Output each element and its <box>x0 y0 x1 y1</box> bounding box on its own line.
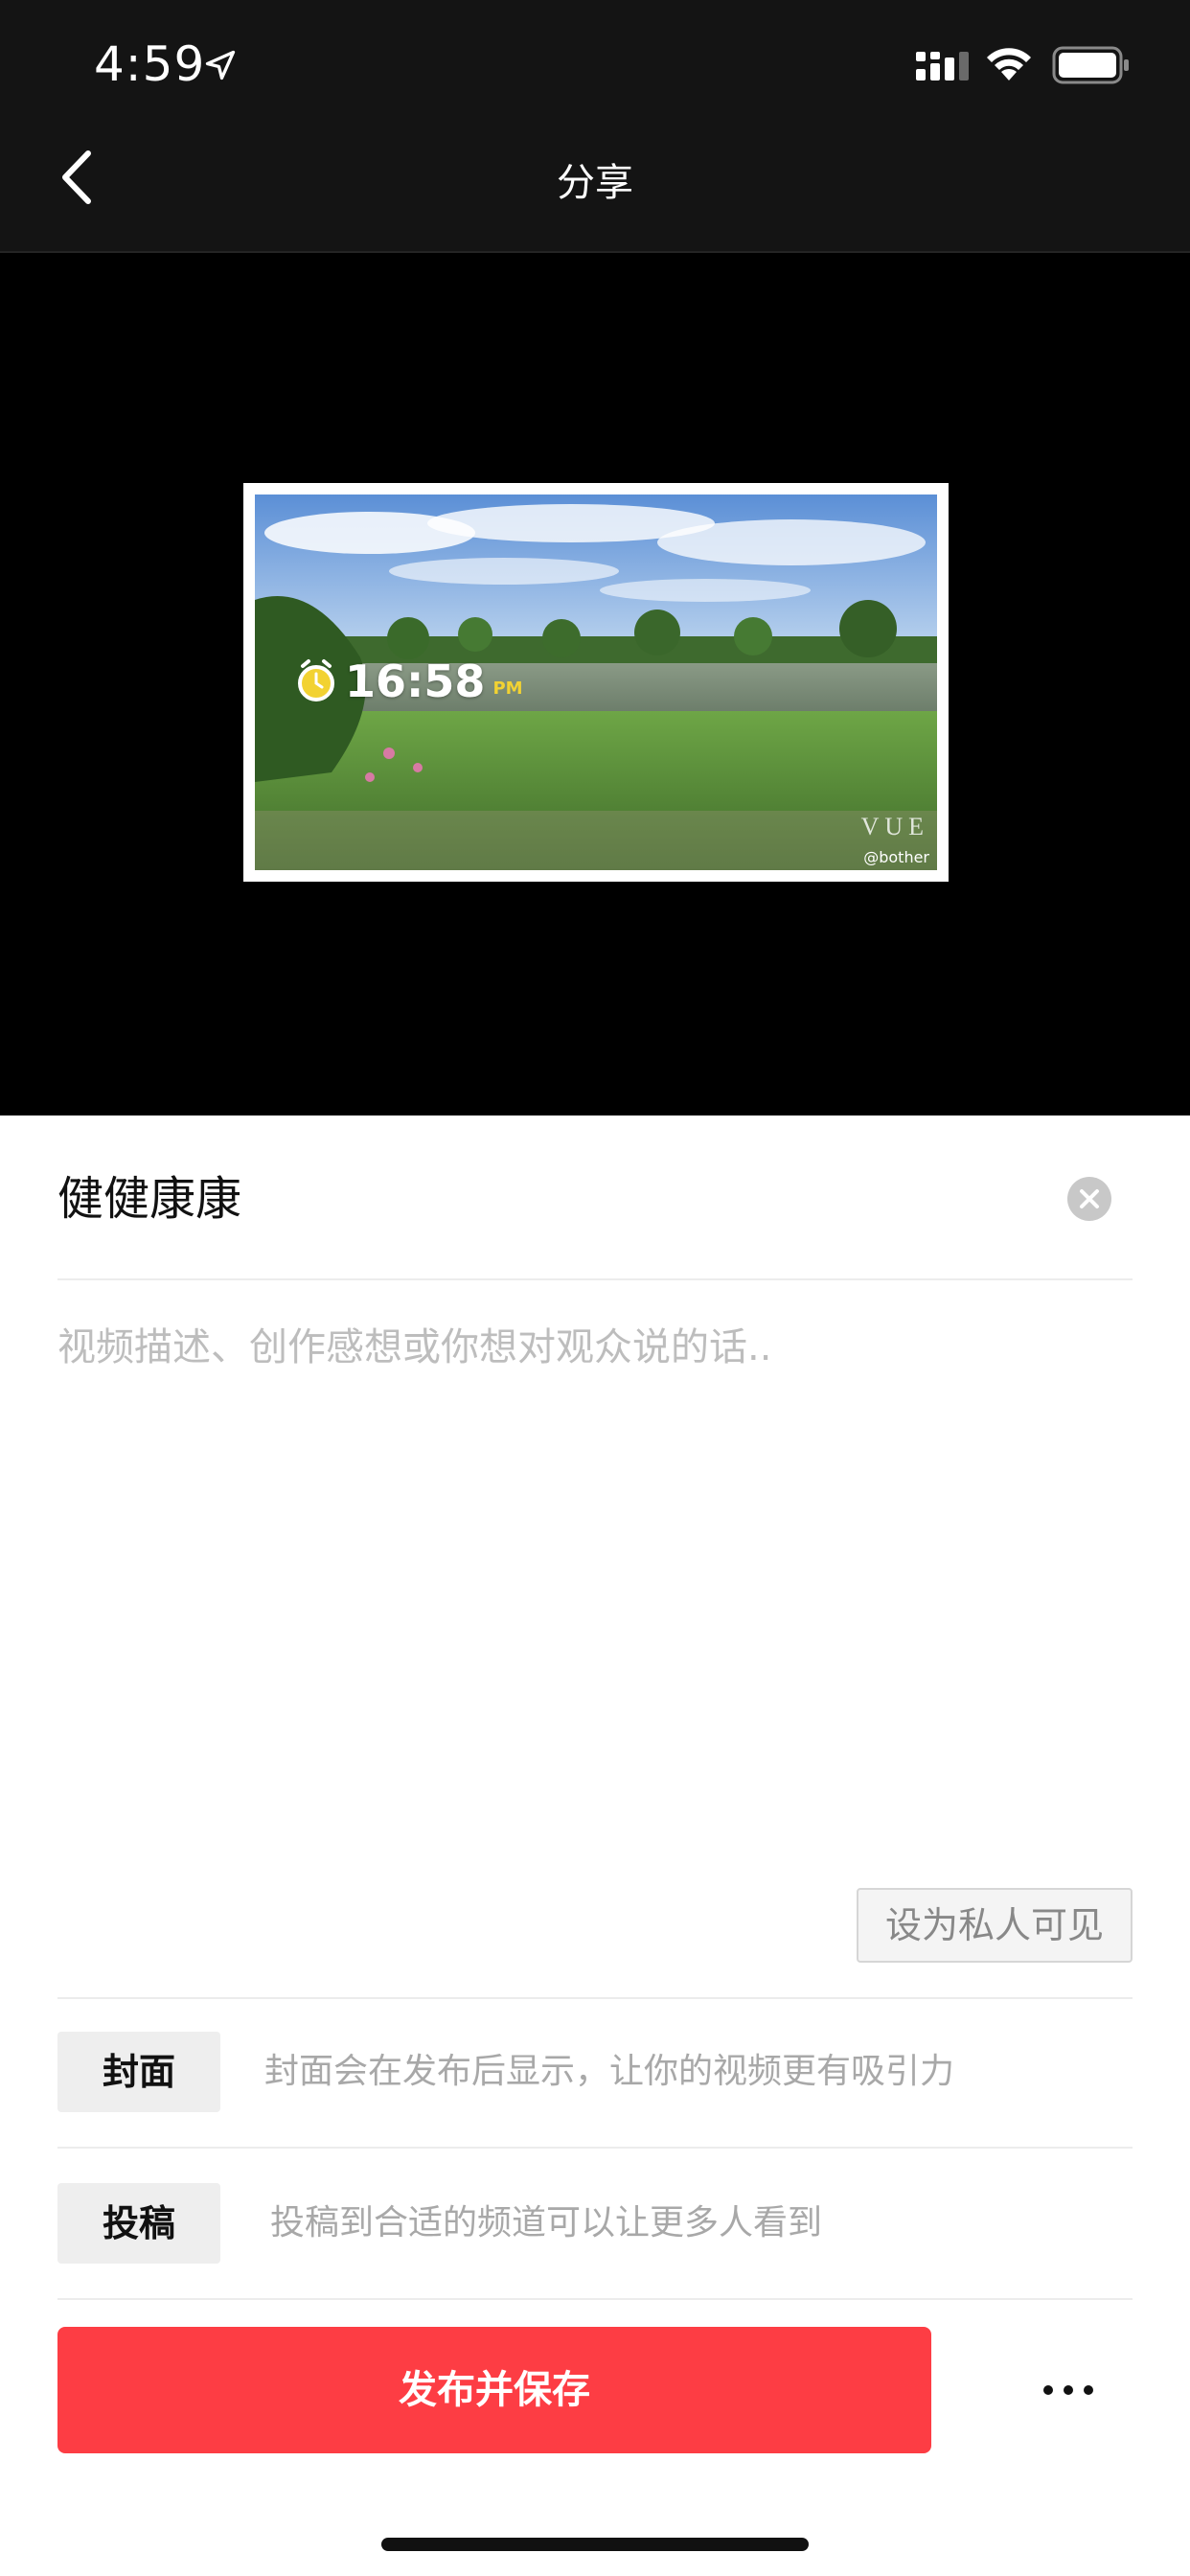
page-title: 分享 <box>557 161 633 205</box>
status-time: 4:59 <box>94 36 206 92</box>
more-horizontal-icon[interactable] <box>1025 2365 1111 2415</box>
section-divider <box>57 1997 1133 1999</box>
app-header: 4:59 分享 <box>0 0 1190 253</box>
battery-icon <box>1052 46 1129 84</box>
alarm-clock-icon <box>298 659 334 702</box>
video-preview-area: 16:58 PM VUE @bother <box>0 253 1190 1116</box>
home-indicator <box>381 2538 809 2551</box>
video-thumbnail-image: 16:58 PM VUE @bother <box>255 494 937 870</box>
submit-divider <box>57 2298 1133 2300</box>
timestamp-ampm: PM <box>492 678 523 699</box>
video-thumbnail[interactable]: 16:58 PM VUE @bother <box>243 483 949 882</box>
cover-divider <box>57 2147 1133 2149</box>
submit-channel-button[interactable]: 投稿 <box>57 2183 220 2264</box>
location-arrow-icon <box>205 50 236 80</box>
title-divider <box>57 1278 1133 1280</box>
timestamp-overlay: 16:58 PM <box>295 656 523 707</box>
publish-and-save-button[interactable]: 发布并保存 <box>57 2327 931 2453</box>
wifi-icon <box>987 48 1031 80</box>
close-icon <box>1080 1189 1099 1208</box>
cellular-signal-icon <box>916 52 969 80</box>
description-field[interactable]: 视频描述、创作感想或你想对观众说的话.. <box>57 1319 1131 1855</box>
brand-logo-text: VUE <box>860 813 929 840</box>
cover-button[interactable]: 封面 <box>57 2032 220 2112</box>
cover-hint[interactable]: 封面会在发布后显示，让你的视频更有吸引力 <box>264 2032 954 2112</box>
set-private-button[interactable]: 设为私人可见 <box>857 1888 1133 1963</box>
clear-title-button[interactable] <box>1067 1177 1111 1221</box>
title-field[interactable]: 健健康康 <box>57 1165 1016 1232</box>
watermark: @bother <box>863 848 929 866</box>
timestamp-time: 16:58 <box>345 656 486 707</box>
submit-channel-hint[interactable]: 投稿到合适的频道可以让更多人看到 <box>270 2183 822 2264</box>
